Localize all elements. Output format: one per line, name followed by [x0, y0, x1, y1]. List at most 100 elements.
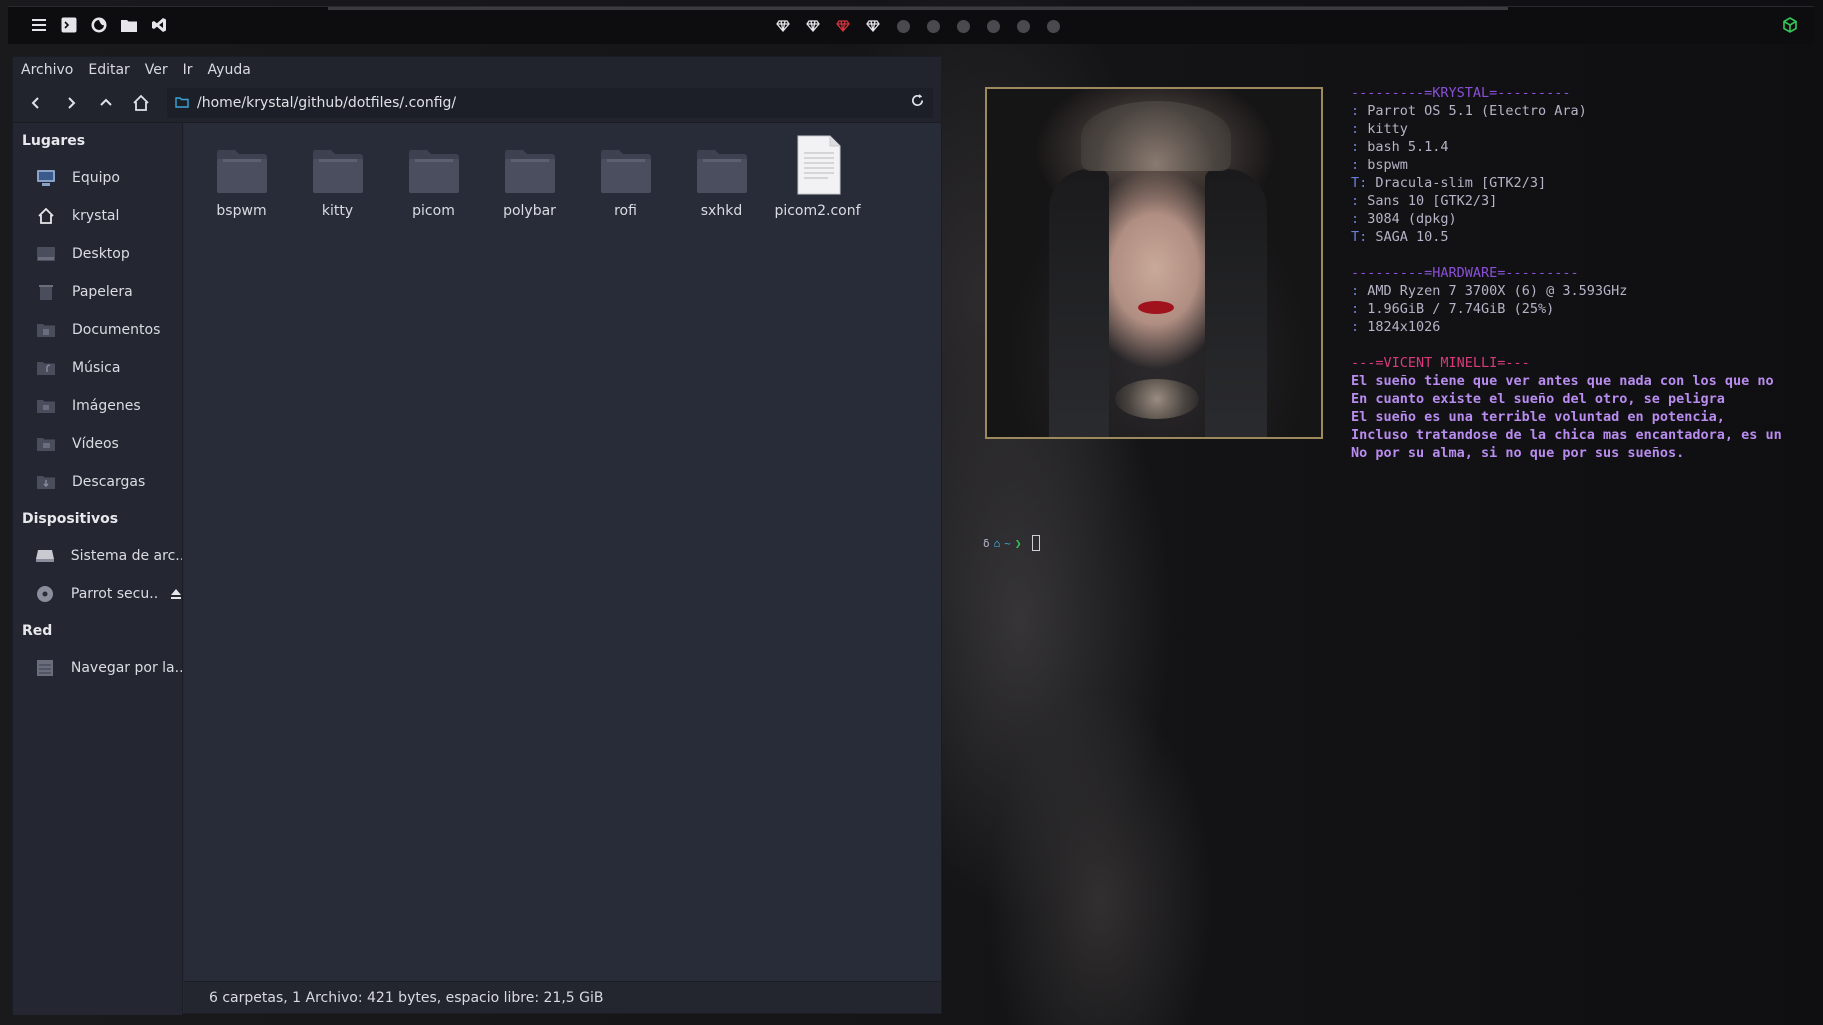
sidebar-item[interactable]: Descargas [13, 463, 182, 501]
menu-ver[interactable]: Ver [145, 62, 168, 78]
file-name-label: bspwm [216, 203, 267, 219]
workspace-dot-icon[interactable] [954, 17, 972, 35]
menu-ir[interactable]: Ir [183, 62, 193, 78]
folder-item[interactable]: kitty [290, 133, 385, 219]
folder-icon [503, 133, 557, 195]
folder-item[interactable]: sxhkd [674, 133, 769, 219]
text-file-icon [794, 133, 842, 195]
terminal-cursor [1031, 535, 1040, 551]
crown-shape [1081, 101, 1231, 171]
workspace-gem-icon[interactable] [774, 17, 792, 35]
sidebar-item[interactable]: Papelera [13, 273, 182, 311]
folder-icon [175, 93, 189, 112]
quote-line: No por su alma, si no que por sus sueños… [1351, 445, 1685, 461]
folder-icon[interactable] [120, 16, 138, 34]
sidebar-item-label: Descargas [72, 474, 146, 490]
workspace-dot-icon[interactable] [1044, 17, 1062, 35]
home-icon [35, 206, 57, 226]
sidebar-item-label: Documentos [72, 322, 161, 338]
neofetch-portrait-image [985, 87, 1323, 439]
neofetch-line: T: SAGA 10.5 [1351, 229, 1449, 245]
menu-icon[interactable] [30, 16, 48, 34]
music-icon [35, 358, 57, 378]
sidebar-item-label: Parrot secu... [70, 586, 158, 602]
system-info: : Parrot OS 5.1 (Electro Ara): kitty: ba… [1351, 102, 1801, 246]
disc-icon [35, 584, 56, 604]
neofetch-line: : Sans 10 [GTK2/3] [1351, 193, 1498, 209]
documents-icon [35, 320, 57, 340]
workspace-dot-icon[interactable] [984, 17, 1002, 35]
file-name-label: rofi [614, 203, 637, 219]
sidebar-item-label: Vídeos [72, 436, 119, 452]
chevron-up-icon [100, 98, 112, 106]
sidebar-item[interactable]: Imágenes [13, 387, 182, 425]
up-button[interactable] [91, 88, 121, 118]
sidebar-item[interactable]: Desktop [13, 235, 182, 273]
computer-icon [35, 168, 57, 188]
sidebar-item-label: Papelera [72, 284, 133, 300]
top-panel [8, 6, 1814, 44]
cube-icon[interactable] [1782, 17, 1798, 37]
terminal-icon[interactable] [60, 16, 78, 34]
quote-line: El sueño tiene que ver antes que nada co… [1351, 373, 1774, 389]
back-button[interactable] [21, 88, 51, 118]
quote-block: El sueño tiene que ver antes que nada co… [1351, 372, 1801, 462]
chevron-right-icon [68, 96, 76, 109]
network-header: Red [22, 623, 53, 639]
workspace-dot-icon[interactable] [924, 17, 942, 35]
workspace-gem-icon[interactable] [864, 17, 882, 35]
quote-header: ---=VICENT MINELLI=--- [1351, 355, 1530, 371]
shell-prompt[interactable]: δ ⌂ ~ ❯ [983, 535, 1040, 551]
reload-icon[interactable] [910, 93, 925, 112]
chevron-left-icon [31, 96, 39, 109]
folder-item[interactable]: bspwm [194, 133, 289, 219]
file-name-label: picom2.conf [774, 203, 861, 219]
sidebar-item[interactable]: Música [13, 349, 182, 387]
folder-icon [407, 133, 461, 195]
workspace-dot-icon[interactable] [894, 17, 912, 35]
quote-line: Incluso tratandose de la chica mas encan… [1351, 427, 1782, 443]
prompt-path: ~ [1004, 536, 1011, 550]
folder-icon [311, 133, 365, 195]
eject-icon[interactable] [170, 588, 182, 600]
sidebar-item[interactable]: Equipo [13, 159, 182, 197]
hardware-info: : AMD Ryzen 7 3700X (6) @ 3.593GHz: 1.96… [1351, 282, 1801, 336]
forward-button[interactable] [56, 88, 86, 118]
sidebar-item[interactable]: Vídeos [13, 425, 182, 463]
location-bar[interactable]: /home/krystal/github/dotfiles/.config/ [167, 87, 933, 118]
home-button[interactable] [126, 88, 156, 118]
sidebar: Lugares Equipo krystal Desktop Papelera Docu… [13, 123, 183, 1015]
sidebar-item-label: krystal [72, 208, 120, 224]
sidebar-item[interactable]: krystal [13, 197, 182, 235]
trash-icon [35, 282, 57, 302]
neofetch-output: ---------=KRYSTAL=--------- : Parrot OS … [1351, 84, 1801, 462]
sidebar-item[interactable]: Parrot secu... [13, 575, 182, 613]
workspace-dot-icon[interactable] [1014, 17, 1032, 35]
menu-ayuda[interactable]: Ayuda [208, 62, 251, 78]
devices-header: Dispositivos [22, 511, 119, 527]
sidebar-item[interactable]: Sistema de arc... [13, 537, 182, 575]
network-list: Navegar por la... [13, 649, 182, 687]
pictures-icon [35, 396, 57, 416]
file-item[interactable]: picom2.conf [770, 133, 865, 219]
workspace-gem-icon[interactable] [834, 17, 852, 35]
file-view[interactable]: bspwm kitty picom polybar rofi sxhkd picom2.co… [184, 123, 941, 981]
menu-archivo[interactable]: Archivo [21, 62, 73, 78]
folder-item[interactable]: polybar [482, 133, 577, 219]
folder-item[interactable]: picom [386, 133, 481, 219]
menu-editar[interactable]: Editar [88, 62, 129, 78]
firefox-icon[interactable] [90, 16, 108, 34]
neofetch-line: : 1824x1026 [1351, 319, 1441, 335]
vscode-icon[interactable] [150, 16, 168, 34]
workspace-gem-icon[interactable] [804, 17, 822, 35]
sidebar-item[interactable]: Navegar por la... [13, 649, 182, 687]
neofetch-line: : kitty [1351, 121, 1408, 137]
folder-item[interactable]: rofi [578, 133, 673, 219]
sidebar-item[interactable]: Documentos [13, 311, 182, 349]
location-path[interactable]: /home/krystal/github/dotfiles/.config/ [197, 95, 910, 111]
devices-list: Sistema de arc... Parrot secu... [13, 537, 182, 613]
file-name-label: polybar [503, 203, 556, 219]
prompt-home-symbol: ⌂ [993, 536, 1001, 550]
sidebar-item-label: Desktop [72, 246, 130, 262]
sidebar-item-label: Música [72, 360, 121, 376]
